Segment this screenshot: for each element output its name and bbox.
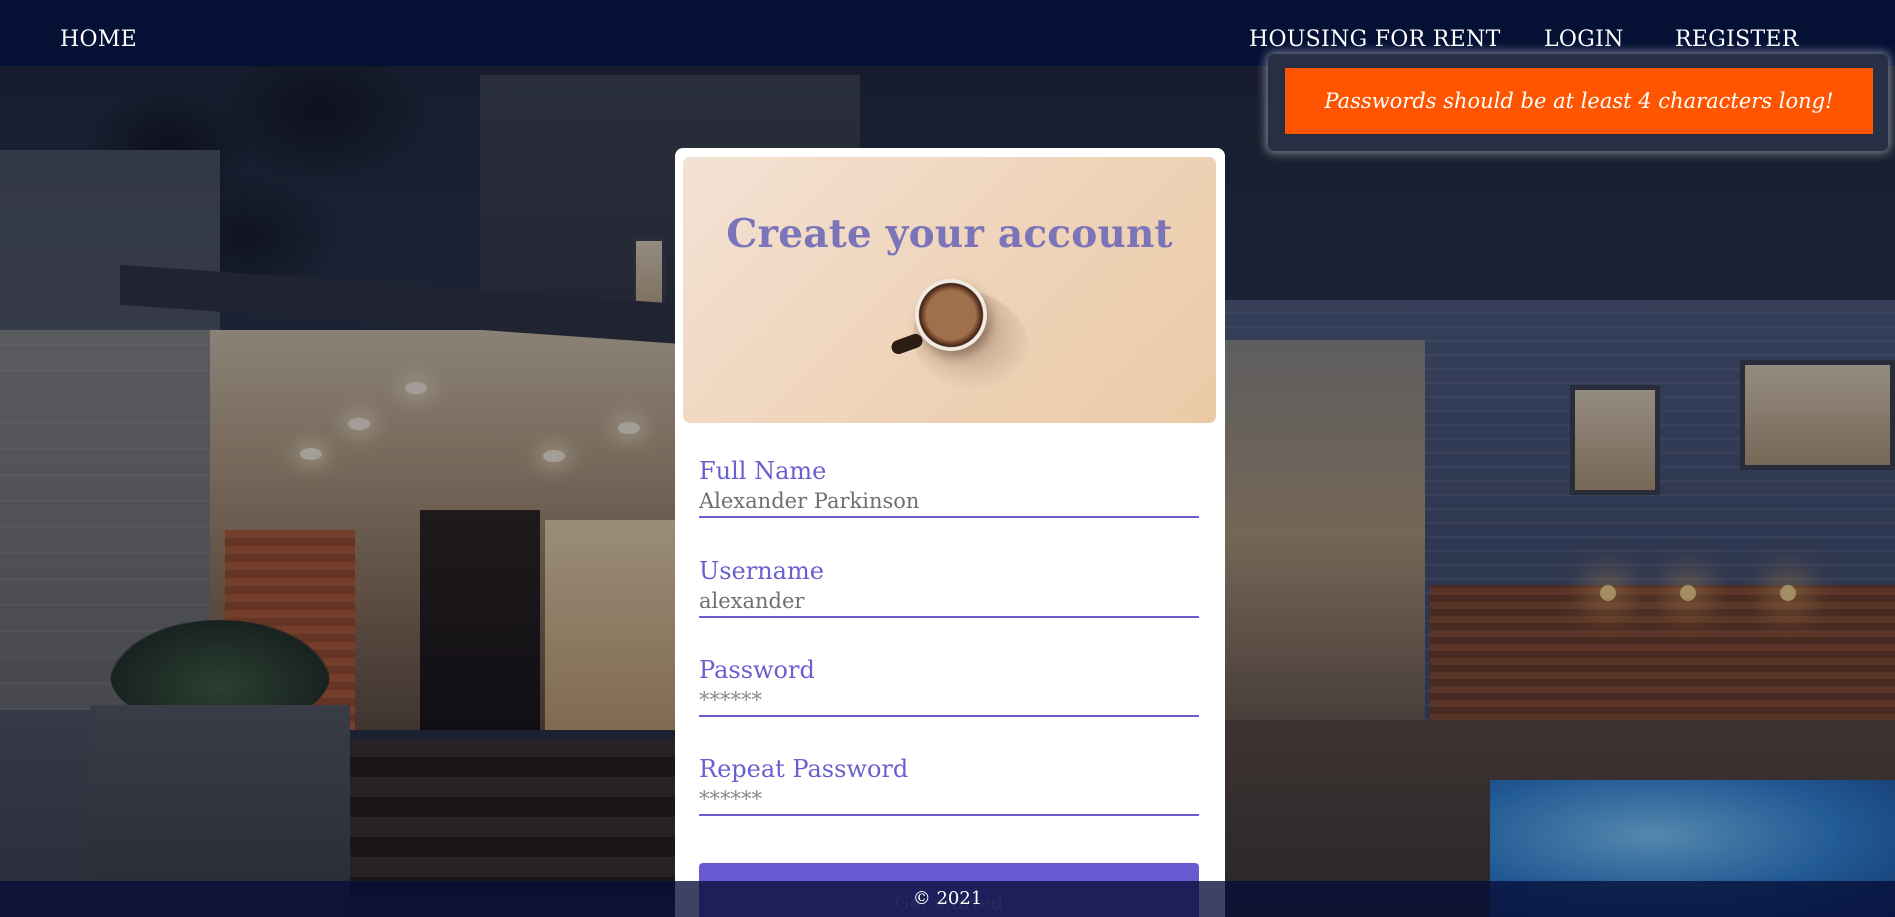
repeat-password-input[interactable] [699,784,1199,816]
nav-housing-for-rent-link[interactable]: HOUSING FOR RENT [1249,26,1501,54]
notification-panel: Passwords should be at least 4 character… [1268,54,1888,151]
footer-copyright: © 2021 [0,881,1895,917]
card-hero-image: Create your account [683,157,1216,423]
password-label: Password [699,656,815,684]
nav-home-link[interactable]: HOME [60,26,137,54]
page-title: Create your account [726,211,1173,257]
nav-login-link[interactable]: LOGIN [1544,26,1624,54]
full-name-input[interactable] [699,486,1199,518]
register-card: Create your account Full Name Username P… [675,148,1225,917]
password-input[interactable] [699,685,1199,717]
coffee-cup-icon [915,279,987,351]
nav-register-link[interactable]: REGISTER [1675,26,1799,54]
username-label: Username [699,557,824,585]
full-name-label: Full Name [699,457,827,485]
username-input[interactable] [699,586,1199,618]
repeat-password-label: Repeat Password [699,755,909,783]
error-notification[interactable]: Passwords should be at least 4 character… [1285,68,1873,134]
